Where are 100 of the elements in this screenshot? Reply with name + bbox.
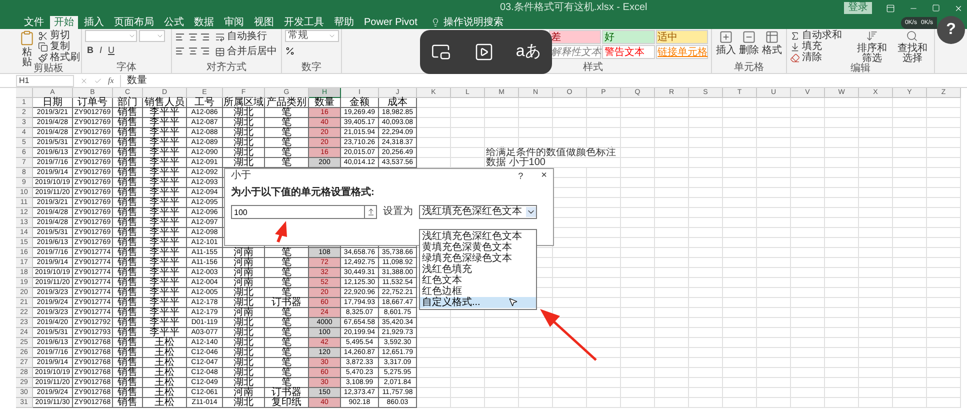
table-cell: 王松 (143, 388, 187, 398)
ribbon-tab[interactable]: 数据 (190, 16, 218, 29)
ribbon-tab[interactable]: Power Pivot (360, 16, 422, 29)
group-label: 剪贴板 (32, 63, 64, 74)
clear-button[interactable]: 清除 (790, 52, 851, 63)
translate-button[interactable]: aあ (516, 42, 541, 62)
ribbon-tab[interactable]: 文件 (20, 16, 48, 29)
align-right-icon (200, 32, 210, 42)
autosum-button[interactable]: 自动求和 (790, 30, 851, 41)
collapse-button[interactable] (365, 205, 377, 219)
ribbon-tab[interactable]: 插入 (80, 16, 108, 29)
bold-button[interactable]: B (87, 45, 94, 56)
table-cell: 李平平 (143, 278, 187, 288)
table-cell: 销售 (113, 228, 143, 238)
check-icon (94, 76, 102, 84)
dropdown-option[interactable]: 红色文本 (420, 275, 536, 286)
table-cell: 李平平 (143, 118, 187, 128)
table-cell: 李平平 (143, 208, 187, 218)
ribbon-tab[interactable]: 页面布局 (110, 16, 158, 29)
copy-button[interactable]: 复制 (38, 41, 80, 52)
table-icon (765, 30, 779, 44)
dropdown-option[interactable]: 绿填充色深绿色文本 (420, 253, 536, 264)
ribbon-tab[interactable]: 开发工具 (280, 16, 328, 29)
table-cell: 王松 (143, 368, 187, 378)
table-cell: 湖北 (223, 298, 265, 308)
fill-button[interactable]: 填充 (790, 41, 851, 52)
table-cell: 销售 (113, 258, 143, 268)
find-select-button[interactable]: 查找和选择 (894, 30, 931, 64)
table-cell: 李平平 (143, 268, 187, 278)
cell-style-swatch[interactable]: 解释性文本 (549, 45, 602, 59)
table-cell: 销售 (113, 298, 143, 308)
merge-center-button[interactable]: 合并后居中 (215, 46, 277, 57)
delete-button[interactable]: 删除 (738, 30, 760, 56)
dropdown-option[interactable]: 自定义格式... (420, 297, 536, 308)
table-cell: 销售 (113, 108, 143, 118)
table-cell: 销售 (113, 358, 143, 368)
table-cell: 销售 (113, 288, 143, 298)
format-dropdown[interactable]: 浅红填充色深红色文本 (419, 205, 537, 219)
maximize-icon (932, 4, 940, 12)
format-painter-button[interactable]: 格式刷 (38, 52, 80, 63)
sigma-icon (790, 30, 800, 40)
table-cell: 销售 (113, 188, 143, 198)
sort-filter-button[interactable]: 排序和筛选 (854, 30, 891, 64)
merge-icon (215, 46, 225, 56)
table-cell: 湖北 (223, 108, 265, 118)
table-cell: 销售 (113, 338, 143, 348)
ribbon-tab[interactable]: 视图 (250, 16, 278, 29)
close-button[interactable]: × (541, 170, 547, 182)
italic-button[interactable]: I (100, 45, 102, 56)
format-button[interactable]: 格式 (761, 30, 783, 56)
table-cell: 李平平 (143, 298, 187, 308)
table-cell: 湖北 (223, 348, 265, 358)
cell-style-swatch[interactable]: 差 (549, 30, 602, 44)
dropdown-option[interactable]: 红色边框 (420, 286, 536, 297)
chevron-down-icon (328, 32, 336, 40)
picture-in-picture-icon (431, 42, 452, 62)
dropdown-option[interactable]: 浅红色填充 (420, 264, 536, 275)
input-field[interactable]: 100 (231, 205, 365, 219)
table-cell: 销售 (113, 378, 143, 388)
wrap-text-button[interactable]: 自动换行 (215, 31, 277, 42)
group-label: 单元格 (733, 62, 765, 73)
font-name-dropdown[interactable] (85, 30, 137, 42)
table-cell: 李平平 (143, 248, 187, 258)
tell-me-search[interactable]: 操作说明搜索 (443, 16, 504, 29)
delete-icon (742, 30, 756, 44)
table-cell: 销售 (113, 238, 143, 248)
name-box[interactable]: H1 (16, 74, 74, 86)
ribbon-tab[interactable]: 帮助 (330, 16, 358, 29)
table-cell: 销售 (113, 268, 143, 278)
group-label: 样式 (582, 62, 604, 73)
paste-button[interactable]: 粘贴 (19, 30, 35, 68)
percent-icon (285, 46, 295, 56)
wrap-text-icon (215, 32, 225, 42)
ribbon-tab[interactable]: 审阅 (220, 16, 248, 29)
dropdown-option[interactable]: 黄填充色深黄色文本 (420, 242, 536, 253)
table-cell: 河南 (223, 268, 265, 278)
table-cell: 销售 (113, 208, 143, 218)
table-cell: 李平平 (143, 218, 187, 228)
cell-style-swatch[interactable]: 警告文本 (602, 45, 655, 59)
ribbon-tab[interactable]: 开始 (50, 16, 78, 29)
fx-label[interactable]: fx (108, 76, 114, 86)
underline-button[interactable]: U (108, 45, 115, 56)
table-cell: 李平平 (143, 318, 187, 328)
help-button[interactable]: ? (518, 170, 524, 182)
ribbon-tab[interactable]: 公式 (160, 16, 188, 29)
table-cell: 湖北 (223, 118, 265, 128)
align-left-icon (175, 32, 185, 42)
number-format-dropdown[interactable]: 常规 (285, 30, 339, 42)
cell-style-swatch[interactable]: 适中 (656, 30, 708, 44)
font-size-dropdown[interactable] (139, 30, 165, 42)
window-title: 03.条件格式可有这机.xlsx - Excel (500, 0, 648, 15)
table-cell: 李平平 (143, 228, 187, 238)
login-button[interactable]: 登录 (844, 2, 872, 14)
cell-style-swatch[interactable]: 好 (602, 30, 655, 44)
group-label: 编辑 (850, 63, 872, 74)
cut-button[interactable]: 剪切 (38, 30, 80, 41)
table-cell: 河南 (223, 258, 265, 268)
dropdown-option[interactable]: 浅红填充色深红色文本 (420, 231, 536, 242)
insert-button[interactable]: 插入 (715, 30, 737, 56)
table-cell: 湖北 (223, 128, 265, 138)
